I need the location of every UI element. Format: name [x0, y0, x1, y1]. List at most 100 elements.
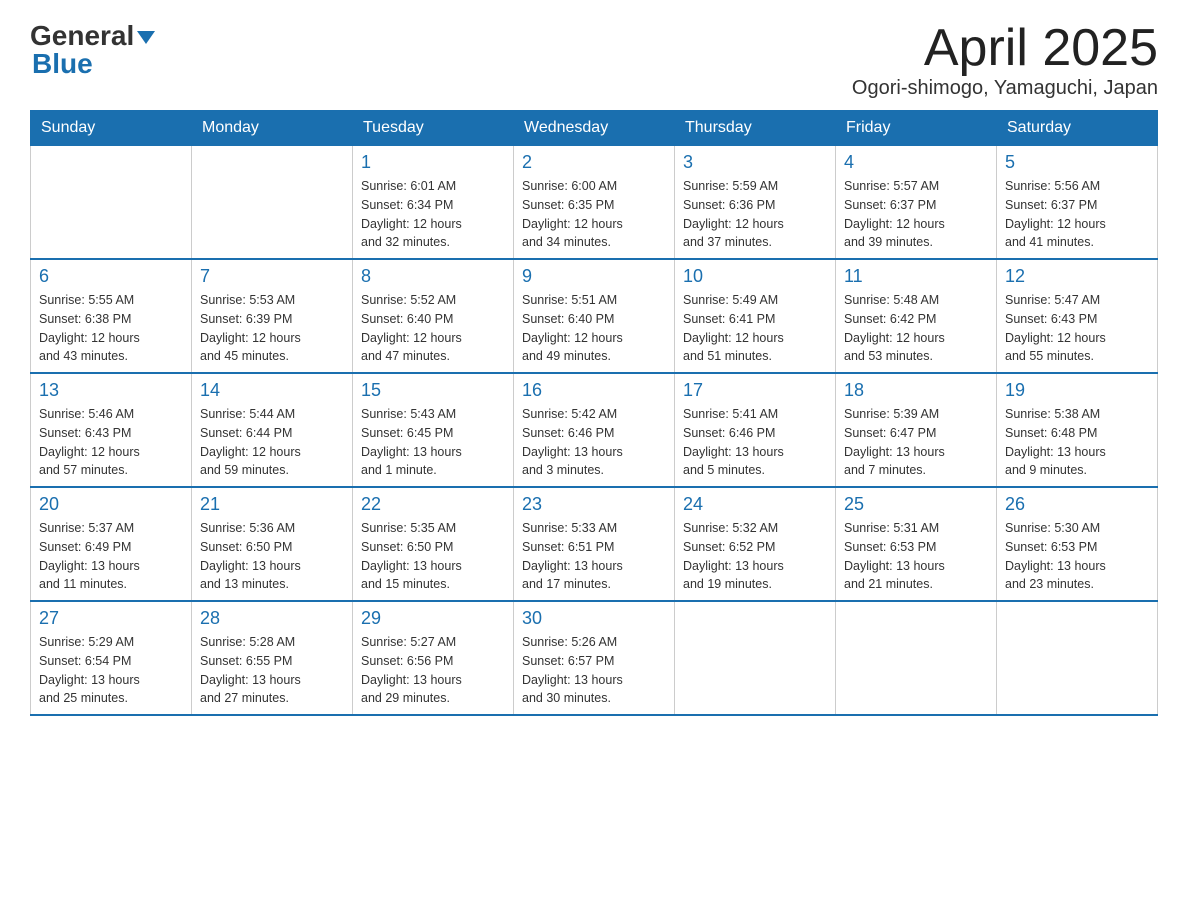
day-info: Sunrise: 5:55 AMSunset: 6:38 PMDaylight:…	[39, 291, 183, 366]
day-number: 24	[683, 494, 827, 515]
title-section: April 2025 Ogori-shimogo, Yamaguchi, Jap…	[852, 20, 1158, 100]
calendar-day-cell: 7 Sunrise: 5:53 AMSunset: 6:39 PMDaylight…	[192, 259, 353, 373]
day-number: 7	[200, 266, 344, 287]
calendar-day-cell: 8Sunrise: 5:52 AMSunset: 6:40 PMDaylight…	[353, 259, 514, 373]
calendar-day-cell	[675, 601, 836, 715]
calendar-table: SundayMondayTuesdayWednesdayThursdayFrid…	[30, 110, 1158, 716]
weekday-header-friday: Friday	[836, 111, 997, 146]
day-number: 23	[522, 494, 666, 515]
day-info: Sunrise: 5:57 AMSunset: 6:37 PMDaylight:…	[844, 177, 988, 252]
day-info: Sunrise: 5:28 AMSunset: 6:55 PMDaylight:…	[200, 633, 344, 708]
logo-triangle-icon	[137, 31, 155, 44]
day-number: 28	[200, 608, 344, 629]
calendar-day-cell: 13Sunrise: 5:46 AMSunset: 6:43 PMDayligh…	[31, 373, 192, 487]
day-info: Sunrise: 5:48 AMSunset: 6:42 PMDaylight:…	[844, 291, 988, 366]
day-number: 26	[1005, 494, 1149, 515]
day-number: 22	[361, 494, 505, 515]
day-info: Sunrise: 5:49 AMSunset: 6:41 PMDaylight:…	[683, 291, 827, 366]
calendar-day-cell: 1 Sunrise: 6:01 AMSunset: 6:34 PMDaylight…	[353, 146, 514, 260]
calendar-day-cell	[31, 146, 192, 260]
calendar-day-cell: 10 Sunrise: 5:49 AMSunset: 6:41 PMDayligh…	[675, 259, 836, 373]
weekday-header-sunday: Sunday	[31, 111, 192, 146]
weekday-header-saturday: Saturday	[997, 111, 1158, 146]
calendar-day-cell: 14Sunrise: 5:44 AMSunset: 6:44 PMDayligh…	[192, 373, 353, 487]
calendar-day-cell: 24 Sunrise: 5:32 AMSunset: 6:52 PMDayligh…	[675, 487, 836, 601]
calendar-day-cell: 25 Sunrise: 5:31 AMSunset: 6:53 PMDayligh…	[836, 487, 997, 601]
day-number: 27	[39, 608, 183, 629]
day-info: Sunrise: 5:31 AMSunset: 6:53 PMDaylight:…	[844, 519, 988, 594]
calendar-day-cell: 26Sunrise: 5:30 AMSunset: 6:53 PMDayligh…	[997, 487, 1158, 601]
day-number: 12	[1005, 266, 1149, 287]
calendar-day-cell	[836, 601, 997, 715]
calendar-week-row: 20 Sunrise: 5:37 AMSunset: 6:49 PMDayligh…	[31, 487, 1158, 601]
calendar-day-cell: 30 Sunrise: 5:26 AMSunset: 6:57 PMDayligh…	[514, 601, 675, 715]
logo: General Blue	[30, 20, 155, 80]
calendar-day-cell: 22 Sunrise: 5:35 AMSunset: 6:50 PMDayligh…	[353, 487, 514, 601]
calendar-day-cell: 16 Sunrise: 5:42 AMSunset: 6:46 PMDayligh…	[514, 373, 675, 487]
calendar-day-cell: 5Sunrise: 5:56 AMSunset: 6:37 PMDaylight…	[997, 146, 1158, 260]
day-info: Sunrise: 5:41 AMSunset: 6:46 PMDaylight:…	[683, 405, 827, 480]
calendar-day-cell: 9Sunrise: 5:51 AMSunset: 6:40 PMDaylight…	[514, 259, 675, 373]
weekday-header-tuesday: Tuesday	[353, 111, 514, 146]
day-number: 30	[522, 608, 666, 629]
day-info: Sunrise: 5:43 AMSunset: 6:45 PMDaylight:…	[361, 405, 505, 480]
day-number: 19	[1005, 380, 1149, 401]
calendar-day-cell: 23 Sunrise: 5:33 AMSunset: 6:51 PMDayligh…	[514, 487, 675, 601]
day-info: Sunrise: 5:27 AMSunset: 6:56 PMDaylight:…	[361, 633, 505, 708]
day-number: 16	[522, 380, 666, 401]
weekday-header-wednesday: Wednesday	[514, 111, 675, 146]
calendar-day-cell: 19 Sunrise: 5:38 AMSunset: 6:48 PMDayligh…	[997, 373, 1158, 487]
calendar-day-cell	[192, 146, 353, 260]
logo-blue-text: Blue	[32, 48, 93, 80]
calendar-day-cell: 3Sunrise: 5:59 AMSunset: 6:36 PMDaylight…	[675, 146, 836, 260]
calendar-day-cell: 15Sunrise: 5:43 AMSunset: 6:45 PMDayligh…	[353, 373, 514, 487]
day-info: Sunrise: 5:51 AMSunset: 6:40 PMDaylight:…	[522, 291, 666, 366]
day-info: Sunrise: 5:46 AMSunset: 6:43 PMDaylight:…	[39, 405, 183, 480]
day-number: 29	[361, 608, 505, 629]
weekday-header-thursday: Thursday	[675, 111, 836, 146]
day-info: Sunrise: 5:47 AMSunset: 6:43 PMDaylight:…	[1005, 291, 1149, 366]
day-number: 18	[844, 380, 988, 401]
calendar-week-row: 27 Sunrise: 5:29 AMSunset: 6:54 PMDayligh…	[31, 601, 1158, 715]
calendar-header-row: SundayMondayTuesdayWednesdayThursdayFrid…	[31, 111, 1158, 146]
day-number: 11	[844, 266, 988, 287]
day-info: Sunrise: 5:26 AMSunset: 6:57 PMDaylight:…	[522, 633, 666, 708]
day-number: 10	[683, 266, 827, 287]
day-info: Sunrise: 5:53 AMSunset: 6:39 PMDaylight:…	[200, 291, 344, 366]
day-number: 8	[361, 266, 505, 287]
calendar-day-cell: 29 Sunrise: 5:27 AMSunset: 6:56 PMDayligh…	[353, 601, 514, 715]
day-number: 1	[361, 152, 505, 173]
location-title: Ogori-shimogo, Yamaguchi, Japan	[852, 77, 1158, 100]
weekday-header-monday: Monday	[192, 111, 353, 146]
day-info: Sunrise: 5:32 AMSunset: 6:52 PMDaylight:…	[683, 519, 827, 594]
day-info: Sunrise: 6:01 AMSunset: 6:34 PMDaylight:…	[361, 177, 505, 252]
day-info: Sunrise: 5:35 AMSunset: 6:50 PMDaylight:…	[361, 519, 505, 594]
day-number: 14	[200, 380, 344, 401]
day-number: 25	[844, 494, 988, 515]
day-info: Sunrise: 5:29 AMSunset: 6:54 PMDaylight:…	[39, 633, 183, 708]
day-number: 21	[200, 494, 344, 515]
day-number: 3	[683, 152, 827, 173]
day-info: Sunrise: 5:37 AMSunset: 6:49 PMDaylight:…	[39, 519, 183, 594]
calendar-week-row: 1 Sunrise: 6:01 AMSunset: 6:34 PMDaylight…	[31, 146, 1158, 260]
day-number: 2	[522, 152, 666, 173]
day-info: Sunrise: 5:36 AMSunset: 6:50 PMDaylight:…	[200, 519, 344, 594]
calendar-day-cell: 28 Sunrise: 5:28 AMSunset: 6:55 PMDayligh…	[192, 601, 353, 715]
calendar-day-cell: 20 Sunrise: 5:37 AMSunset: 6:49 PMDayligh…	[31, 487, 192, 601]
calendar-day-cell: 12 Sunrise: 5:47 AMSunset: 6:43 PMDayligh…	[997, 259, 1158, 373]
day-number: 5	[1005, 152, 1149, 173]
calendar-day-cell: 2Sunrise: 6:00 AMSunset: 6:35 PMDaylight…	[514, 146, 675, 260]
calendar-week-row: 6 Sunrise: 5:55 AMSunset: 6:38 PMDaylight…	[31, 259, 1158, 373]
day-number: 4	[844, 152, 988, 173]
day-number: 6	[39, 266, 183, 287]
day-info: Sunrise: 5:42 AMSunset: 6:46 PMDaylight:…	[522, 405, 666, 480]
day-info: Sunrise: 5:38 AMSunset: 6:48 PMDaylight:…	[1005, 405, 1149, 480]
calendar-day-cell: 18 Sunrise: 5:39 AMSunset: 6:47 PMDayligh…	[836, 373, 997, 487]
day-info: Sunrise: 5:39 AMSunset: 6:47 PMDaylight:…	[844, 405, 988, 480]
calendar-week-row: 13Sunrise: 5:46 AMSunset: 6:43 PMDayligh…	[31, 373, 1158, 487]
day-number: 20	[39, 494, 183, 515]
calendar-day-cell	[997, 601, 1158, 715]
day-number: 17	[683, 380, 827, 401]
day-info: Sunrise: 5:33 AMSunset: 6:51 PMDaylight:…	[522, 519, 666, 594]
calendar-day-cell: 17 Sunrise: 5:41 AMSunset: 6:46 PMDayligh…	[675, 373, 836, 487]
